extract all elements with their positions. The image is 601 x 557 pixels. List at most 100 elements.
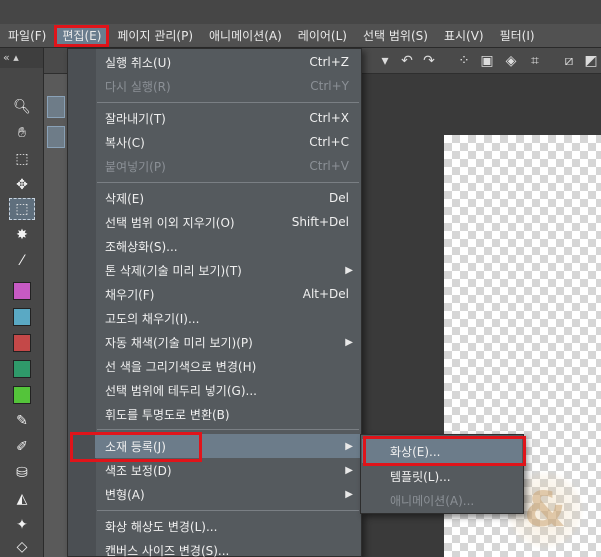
menu-edit[interactable]: 편집(E) [54,24,110,47]
crop-icon[interactable]: ⌗ [526,52,544,70]
sub-tool-1[interactable] [47,96,65,118]
menu-item-label: 고도의 채우기(I)... [105,311,200,326]
menu-item-label: 자동 채색(기술 미리 보기)(P) [105,335,253,350]
menu-item-label: 선 색을 그리기색으로 변경(H) [105,359,257,374]
menu-separator [97,510,359,511]
eyedropper-icon[interactable]: ⁄ [9,250,35,272]
menu-item-paste[interactable]: 붙여넣기(P) Ctrl+V [95,154,361,178]
menu-item-image-resolution[interactable]: 화상 해상도 변경(L)... [95,514,361,538]
menu-file[interactable]: 파일(F) [0,25,54,47]
menu-item-label: 채우기(F) [105,287,155,302]
operation-icon[interactable]: ⬚ [9,148,35,170]
submenu-arrow-icon: ▶ [345,336,353,348]
menu-item-auto-color[interactable]: 자동 채색(기술 미리 보기)(P) ▶ [95,330,361,354]
shortcut-text: Ctrl+C [309,135,349,149]
dropdown-arrow-icon[interactable]: ▾ [376,52,394,70]
menu-item-label: 화상 해상도 변경(L)... [105,519,218,534]
register-material-submenu: 화상(E)... 템플릿(L)... 애니메이션(A)... [360,434,524,514]
menu-item-label: 조해상화(S)... [105,239,178,254]
menu-item-label: 잘라내기(T) [105,111,166,126]
menu-item-delete[interactable]: 삭제(E) Del [95,186,361,210]
shortcut-text: Del [329,191,349,205]
hand-icon[interactable]: ✋︎ [9,122,35,144]
menu-item-label: 휘도를 투명도로 변환(B) [105,407,230,422]
menu-separator [97,102,359,103]
menu-separator [97,182,359,183]
gradient-icon[interactable]: ◭ [9,488,35,510]
menu-item-resample[interactable]: 조해상화(S)... [95,234,361,258]
shortcut-text: Ctrl+V [309,159,349,173]
redo-icon[interactable]: ↷ [420,52,438,70]
move-layer-icon[interactable]: ✥ [9,174,35,196]
submenu-arrow-icon: ▶ [345,488,353,500]
shortcut-text: Shift+Del [291,215,349,229]
menu-item-label: 화상(E)... [390,444,441,459]
title-strip [0,0,601,24]
menu-item-label: 복사(C) [105,135,145,150]
menu-item-tonal-correction[interactable]: 색조 보정(D) ▶ [95,458,361,482]
shortcut-text: Alt+Del [302,287,349,301]
zoom-icon[interactable]: 🔍︎ [9,96,35,118]
selection-frame-icon[interactable]: ▣ [478,52,496,70]
figure-icon[interactable]: ✦ [9,514,35,536]
fill-bucket-icon[interactable]: ◈ [502,52,520,70]
submenu-item-image[interactable]: 화상(E)... [362,439,522,463]
deselect-icon[interactable]: ⧄ [560,52,578,70]
menu-item-tone-remove[interactable]: 톤 삭제(기술 미리 보기)(T) ▶ [95,258,361,282]
menu-item-label: 선택 범위에 테두리 넣기(G)... [105,383,257,398]
menu-item-label: 삭제(E) [105,191,145,206]
menu-item-label: 다시 실행(R) [105,79,171,94]
sub-tool-palette [44,74,68,557]
eraser-icon[interactable]: ✎ [9,410,35,432]
undo-icon[interactable]: ↶ [398,52,416,70]
menu-item-transform[interactable]: 변형(A) ▶ [95,482,361,506]
shortcut-text: Ctrl+X [309,111,349,125]
submenu-item-animation[interactable]: 애니메이션(A)... [362,488,522,512]
menu-item-luminance[interactable]: 휘도를 투명도로 변환(B) [95,402,361,426]
menu-animation[interactable]: 애니메이션(A) [201,25,290,47]
menu-item-clear-outside[interactable]: 선택 범위 이외 지우기(O) Shift+Del [95,210,361,234]
invert-selection-icon[interactable]: ◩ [582,52,600,70]
selection-icon[interactable]: ⬚ [9,198,35,220]
menu-item-label: 실행 취소(U) [105,55,172,70]
menu-item-undo[interactable]: 실행 취소(U) Ctrl+Z [95,50,361,74]
menu-item-label: 톤 삭제(기술 미리 보기)(T) [105,263,242,278]
menubar: 파일(F) 편집(E) 페이지 관리(P) 애니메이션(A) 레이어(L) 선택… [0,24,601,48]
fill-icon[interactable]: ⛁ [9,462,35,484]
submenu-arrow-icon: ▶ [345,264,353,276]
transform-icon[interactable]: ⁘ [455,52,473,70]
menu-filter[interactable]: 필터(I) [492,25,543,47]
decoration-icon[interactable] [9,384,35,406]
brush-icon[interactable] [9,332,35,354]
menu-page-manage[interactable]: 페이지 관리(P) [109,25,201,47]
menu-item-register-material[interactable]: 소재 등록(J) ▶ [95,434,361,458]
text-icon[interactable]: ◇ [9,536,35,557]
pen-icon[interactable] [9,280,35,302]
menu-selection[interactable]: 선택 범위(S) [355,25,436,47]
sub-tool-2[interactable] [47,126,65,148]
submenu-arrow-icon: ▶ [345,440,353,452]
menu-item-border-selection[interactable]: 선택 범위에 테두리 넣기(G)... [95,378,361,402]
menu-view[interactable]: 표시(V) [436,25,492,47]
menu-item-copy[interactable]: 복사(C) Ctrl+C [95,130,361,154]
menu-item-label: 색조 보정(D) [105,463,172,478]
menu-layer[interactable]: 레이어(L) [290,25,355,47]
shortcut-text: Ctrl+Y [310,79,349,93]
menu-item-advanced-fill[interactable]: 고도의 채우기(I)... [95,306,361,330]
menu-item-label: 소재 등록(J) [105,439,166,454]
menu-item-cut[interactable]: 잘라내기(T) Ctrl+X [95,106,361,130]
submenu-arrow-icon: ▶ [345,464,353,476]
shortcut-text: Ctrl+Z [309,55,349,69]
menu-item-line-color[interactable]: 선 색을 그리기색으로 변경(H) [95,354,361,378]
menu-item-canvas-size[interactable]: 캔버스 사이즈 변경(S)... [95,538,361,557]
blend-icon[interactable]: ✐ [9,436,35,458]
pencil-icon[interactable] [9,306,35,328]
menu-item-label: 애니메이션(A)... [390,493,475,508]
menu-item-redo[interactable]: 다시 실행(R) Ctrl+Y [95,74,361,98]
menu-item-label: 선택 범위 이외 지우기(O) [105,215,235,230]
submenu-item-template[interactable]: 템플릿(L)... [362,464,522,488]
airbrush-icon[interactable] [9,358,35,380]
magic-wand-icon[interactable]: ✸ [9,224,35,246]
menu-item-label: 붙여넣기(P) [105,159,166,174]
menu-item-fill[interactable]: 채우기(F) Alt+Del [95,282,361,306]
